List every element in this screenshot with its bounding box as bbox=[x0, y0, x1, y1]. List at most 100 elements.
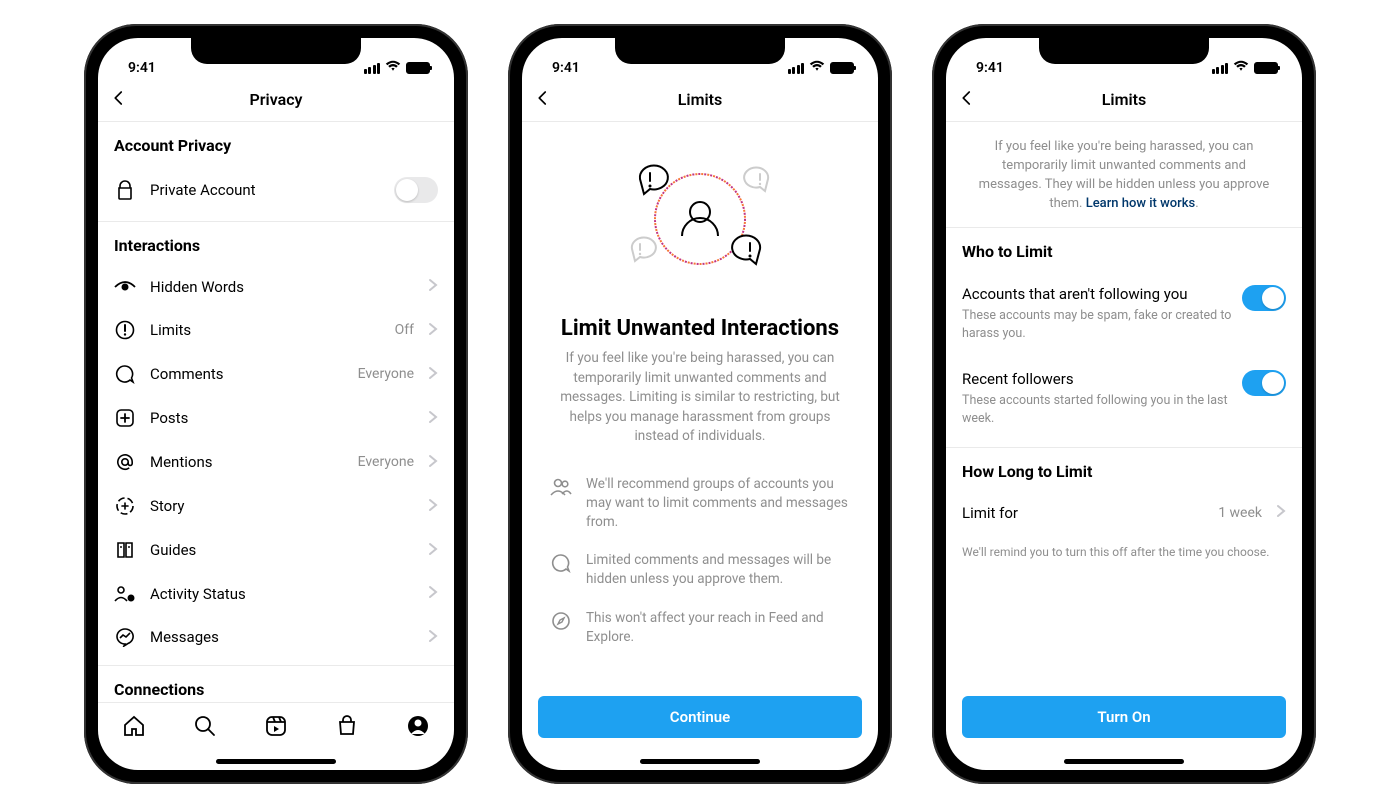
section-interactions: Interactions bbox=[98, 222, 454, 265]
toggle-private-account[interactable] bbox=[394, 177, 438, 203]
row-hidden-words[interactable]: Hidden Words bbox=[98, 265, 454, 308]
tab-profile[interactable] bbox=[406, 714, 430, 742]
chevron-left-icon bbox=[958, 89, 976, 107]
chevron-right-icon bbox=[428, 453, 438, 472]
battery-icon bbox=[830, 62, 854, 74]
at-icon bbox=[114, 452, 136, 472]
option-not-following: Accounts that aren't following you These… bbox=[946, 271, 1302, 356]
battery-icon bbox=[1254, 62, 1278, 74]
activity-icon bbox=[114, 585, 136, 603]
row-comments[interactable]: Comments Everyone bbox=[98, 352, 454, 396]
option-sub: These accounts may be spam, fake or crea… bbox=[962, 307, 1232, 342]
chevron-left-icon bbox=[110, 89, 128, 107]
section-account-privacy: Account Privacy bbox=[98, 122, 454, 165]
row-posts[interactable]: Posts bbox=[98, 396, 454, 440]
comment-outline-icon bbox=[550, 551, 572, 589]
bullet-groups: We'll recommend groups of accounts you m… bbox=[522, 465, 878, 542]
content: Account Privacy Private Account Interact… bbox=[98, 122, 454, 702]
alert-circle-icon bbox=[114, 320, 136, 340]
tab-bar bbox=[98, 702, 454, 752]
status-icons bbox=[364, 60, 431, 76]
comment-icon bbox=[114, 364, 136, 384]
home-indicator[interactable] bbox=[98, 752, 454, 770]
row-activity-status[interactable]: Activity Status bbox=[98, 572, 454, 615]
row-label: Activity Status bbox=[150, 585, 414, 603]
notch bbox=[191, 38, 361, 64]
reminder-note: We'll remind you to turn this off after … bbox=[946, 534, 1302, 571]
back-button[interactable] bbox=[534, 89, 552, 111]
people-icon bbox=[550, 475, 572, 532]
screen-limits-intro: 9:41 Limits bbox=[522, 38, 878, 770]
tab-search[interactable] bbox=[193, 714, 217, 742]
row-label: Mentions bbox=[150, 453, 344, 471]
bullet-reach: This won't affect your reach in Feed and… bbox=[522, 599, 878, 657]
learn-how-link[interactable]: Learn how it works bbox=[1086, 196, 1196, 211]
tab-reels[interactable] bbox=[264, 714, 288, 742]
chevron-left-icon bbox=[534, 89, 552, 107]
row-messages[interactable]: Messages bbox=[98, 615, 454, 659]
plus-square-icon bbox=[114, 408, 136, 428]
signal-icon bbox=[364, 63, 381, 74]
guides-icon bbox=[114, 540, 136, 560]
chevron-right-icon bbox=[428, 409, 438, 428]
content: If you feel like you're being harassed, … bbox=[946, 122, 1302, 752]
section-connections: Connections bbox=[98, 666, 454, 702]
bullet-hidden: Limited comments and messages will be hi… bbox=[522, 541, 878, 599]
story-icon bbox=[114, 496, 136, 516]
back-button[interactable] bbox=[958, 89, 976, 111]
screen-limits-config: 9:41 Limits If you feel like you're bein… bbox=[946, 38, 1302, 770]
row-label: Private Account bbox=[150, 181, 380, 199]
signal-icon bbox=[788, 63, 805, 74]
lock-icon bbox=[114, 180, 136, 200]
option-sub: These accounts started following you in … bbox=[962, 392, 1232, 427]
row-guides[interactable]: Guides bbox=[98, 528, 454, 572]
chevron-right-icon bbox=[428, 584, 438, 603]
row-limit-for[interactable]: Limit for 1 week bbox=[946, 491, 1302, 534]
row-label: Hidden Words bbox=[150, 278, 414, 296]
section-how-long: How Long to Limit bbox=[946, 448, 1302, 491]
row-label: Limit for bbox=[962, 504, 1204, 522]
eye-hidden-icon bbox=[114, 279, 136, 295]
wifi-icon bbox=[1233, 60, 1249, 76]
section-who-to-limit: Who to Limit bbox=[946, 228, 1302, 271]
messenger-icon bbox=[114, 627, 136, 647]
bullet-text: Limited comments and messages will be hi… bbox=[586, 551, 850, 589]
status-time: 9:41 bbox=[976, 60, 1004, 76]
row-private-account[interactable]: Private Account bbox=[98, 165, 454, 215]
screen-privacy: 9:41 Privacy Account Privacy Private Acc bbox=[98, 38, 454, 770]
status-icons bbox=[1212, 60, 1279, 76]
page-title: Limits bbox=[678, 90, 722, 109]
option-recent-followers: Recent followers These accounts started … bbox=[946, 356, 1302, 441]
back-button[interactable] bbox=[110, 89, 128, 111]
home-indicator[interactable] bbox=[522, 752, 878, 770]
illustration bbox=[522, 122, 878, 306]
nav-header: Limits bbox=[522, 78, 878, 122]
home-indicator[interactable] bbox=[946, 752, 1302, 770]
battery-icon bbox=[406, 62, 430, 74]
notch bbox=[615, 38, 785, 64]
compass-icon bbox=[550, 609, 572, 647]
row-mentions[interactable]: Mentions Everyone bbox=[98, 440, 454, 484]
row-label: Posts bbox=[150, 409, 414, 427]
chevron-right-icon bbox=[428, 628, 438, 647]
wifi-icon bbox=[385, 60, 401, 76]
row-value: Everyone bbox=[358, 454, 414, 470]
row-limits[interactable]: Limits Off bbox=[98, 308, 454, 352]
status-time: 9:41 bbox=[128, 60, 156, 76]
nav-header: Limits bbox=[946, 78, 1302, 122]
row-story[interactable]: Story bbox=[98, 484, 454, 528]
tab-shop[interactable] bbox=[335, 714, 359, 742]
notch bbox=[1039, 38, 1209, 64]
toggle-recent-followers[interactable] bbox=[1242, 370, 1286, 396]
row-label: Guides bbox=[150, 541, 414, 559]
toggle-not-following[interactable] bbox=[1242, 285, 1286, 311]
turn-on-button[interactable]: Turn On bbox=[962, 696, 1286, 738]
tab-home[interactable] bbox=[122, 714, 146, 742]
content: Limit Unwanted Interactions If you feel … bbox=[522, 122, 878, 752]
continue-button[interactable]: Continue bbox=[538, 696, 862, 738]
bullet-text: We'll recommend groups of accounts you m… bbox=[586, 475, 850, 532]
phone-frame-1: 9:41 Privacy Account Privacy Private Acc bbox=[84, 24, 468, 784]
row-value: 1 week bbox=[1218, 505, 1262, 521]
chevron-right-icon bbox=[428, 321, 438, 340]
phone-frame-3: 9:41 Limits If you feel like you're bein… bbox=[932, 24, 1316, 784]
